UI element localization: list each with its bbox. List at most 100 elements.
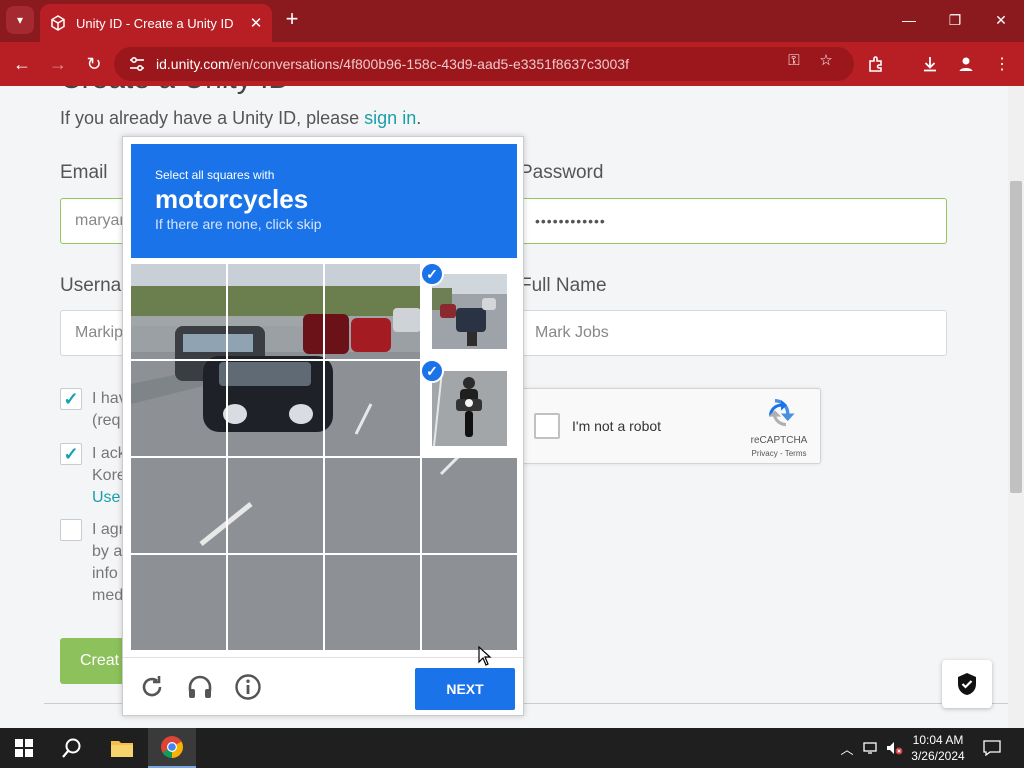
mouse-cursor-icon: [478, 646, 492, 666]
tile-image: [422, 555, 517, 650]
audio-challenge-icon[interactable]: [185, 672, 215, 702]
system-clock[interactable]: 10:04 AM 3/26/2024: [906, 732, 970, 764]
captcha-tile[interactable]: [131, 555, 226, 650]
challenge-target: motorcycles: [155, 184, 309, 214]
clock-date: 3/26/2024: [911, 749, 965, 763]
tile-image: [228, 555, 323, 650]
tile-image: [325, 361, 420, 456]
site-settings-icon[interactable]: [128, 56, 146, 72]
marketing-checkbox[interactable]: [60, 519, 82, 541]
restore-icon[interactable]: ❐: [932, 0, 978, 40]
windows-start-icon[interactable]: [0, 728, 48, 768]
next-button[interactable]: NEXT: [415, 668, 515, 710]
challenge-footer: NEXT: [123, 657, 523, 715]
url-domain: id.unity.com: [156, 56, 230, 72]
chevron-down-icon: ▾: [16, 13, 24, 27]
search-icon[interactable]: [48, 728, 96, 768]
tile-image: [131, 555, 226, 650]
profile-avatar-icon[interactable]: [952, 50, 980, 78]
tile-image: [432, 274, 507, 349]
recaptcha-privacy-terms[interactable]: Privacy - Terms: [744, 449, 814, 458]
unity-favicon-icon: [51, 15, 65, 31]
browser-menu-icon[interactable]: ⋮: [988, 50, 1016, 78]
captcha-tile[interactable]: ✓: [422, 264, 517, 359]
checkmark-icon: ✓: [63, 443, 79, 464]
tile-image: [131, 361, 226, 456]
recaptcha-brand: reCAPTCHA: [750, 435, 808, 446]
captcha-tile[interactable]: [325, 555, 420, 650]
captcha-tile[interactable]: [131, 264, 226, 359]
captcha-challenge: Select all squares with motorcycles If t…: [122, 136, 524, 716]
sign-in-link[interactable]: sign in: [364, 108, 416, 128]
captcha-tile[interactable]: [325, 264, 420, 359]
captcha-tile[interactable]: [228, 361, 323, 456]
password-label: Password: [520, 162, 604, 183]
tile-image: [131, 458, 226, 553]
security-shield-button[interactable]: [942, 660, 992, 708]
captcha-tile[interactable]: [228, 264, 323, 359]
new-tab-button[interactable]: +: [280, 8, 304, 32]
windows-taskbar: ︿ 10:04 AM 3/26/2024: [0, 728, 1024, 768]
tile-image: [422, 458, 517, 553]
captcha-tile[interactable]: ✓: [422, 361, 517, 456]
tile-image: [432, 371, 507, 446]
fullname-value: Mark Jobs: [535, 324, 609, 341]
captcha-tile[interactable]: [422, 458, 517, 553]
checkbox-2-link[interactable]: Use: [92, 487, 120, 509]
password-field[interactable]: ••••••••••••: [520, 198, 947, 244]
email-value: maryar: [75, 212, 125, 229]
chevron-up-icon[interactable]: ︿: [838, 738, 856, 758]
captcha-image-grid: ✓ ✓: [131, 264, 517, 650]
browser-tab[interactable]: Unity ID - Create a Unity ID ✕: [40, 4, 272, 42]
recaptcha-label: I'm not a robot: [572, 418, 662, 434]
terms-checkbox-2[interactable]: ✓: [60, 443, 82, 465]
clock-time: 10:04 AM: [912, 733, 964, 747]
captcha-tile[interactable]: [131, 361, 226, 456]
signin-prefix: If you already have a Unity ID, please: [60, 108, 365, 128]
shield-check-icon: [958, 673, 976, 695]
tile-image: [325, 555, 420, 650]
address-bar[interactable]: id.unity.com/en/conversations/4f800b96-1…: [114, 47, 854, 81]
info-icon[interactable]: [233, 672, 263, 702]
captcha-tile[interactable]: [422, 555, 517, 650]
captcha-tile[interactable]: [325, 458, 420, 553]
tile-image: [228, 361, 323, 456]
browser-toolbar: ← → ↻ id.unity.com/en/conversations/4f80…: [0, 42, 1024, 86]
recaptcha-widget: I'm not a robot reCAPTCHA Privacy - Term…: [521, 388, 821, 464]
captcha-tile[interactable]: [228, 555, 323, 650]
recaptcha-checkbox[interactable]: [534, 413, 560, 439]
password-key-icon[interactable]: ⚿: [784, 50, 804, 70]
checkbox-2-text: I ack Kore: [92, 445, 126, 484]
network-icon[interactable]: [862, 738, 880, 758]
captcha-tile[interactable]: [228, 458, 323, 553]
reload-icon[interactable]: ↻: [80, 50, 108, 78]
file-explorer-icon[interactable]: [98, 728, 146, 768]
tile-image: [131, 264, 226, 359]
url-path: /en/conversations/4f800b96-158c-43d9-aad…: [229, 56, 629, 72]
notifications-icon[interactable]: [982, 738, 1002, 758]
captcha-tile[interactable]: [325, 361, 420, 456]
forward-arrow-icon[interactable]: →: [44, 50, 72, 78]
close-tab-icon[interactable]: ✕: [244, 11, 268, 35]
email-label: Email: [60, 162, 108, 183]
captcha-tile[interactable]: [131, 458, 226, 553]
minimize-icon[interactable]: —: [886, 0, 932, 40]
back-arrow-icon[interactable]: ←: [8, 50, 36, 78]
tile-image: [228, 264, 323, 359]
reload-challenge-icon[interactable]: [137, 672, 167, 702]
extensions-icon[interactable]: [862, 50, 890, 78]
username-value: Markip: [75, 324, 124, 341]
volume-muted-icon[interactable]: [886, 738, 904, 758]
username-label: Userna: [60, 275, 122, 296]
chrome-icon[interactable]: [148, 728, 196, 768]
bookmark-star-icon[interactable]: ☆: [816, 50, 836, 70]
fullname-field[interactable]: Mark Jobs: [520, 310, 947, 356]
download-icon[interactable]: [916, 50, 944, 78]
close-window-icon[interactable]: ✕: [978, 0, 1024, 40]
browser-tab-strip: ▾ Unity ID - Create a Unity ID ✕ + — ❐ ✕: [0, 0, 1024, 42]
terms-checkbox-1[interactable]: ✓: [60, 388, 82, 410]
tab-search-button[interactable]: ▾: [6, 6, 34, 34]
tile-image: [325, 458, 420, 553]
scrollbar-thumb[interactable]: [1010, 181, 1022, 493]
tile-image: [325, 264, 420, 359]
